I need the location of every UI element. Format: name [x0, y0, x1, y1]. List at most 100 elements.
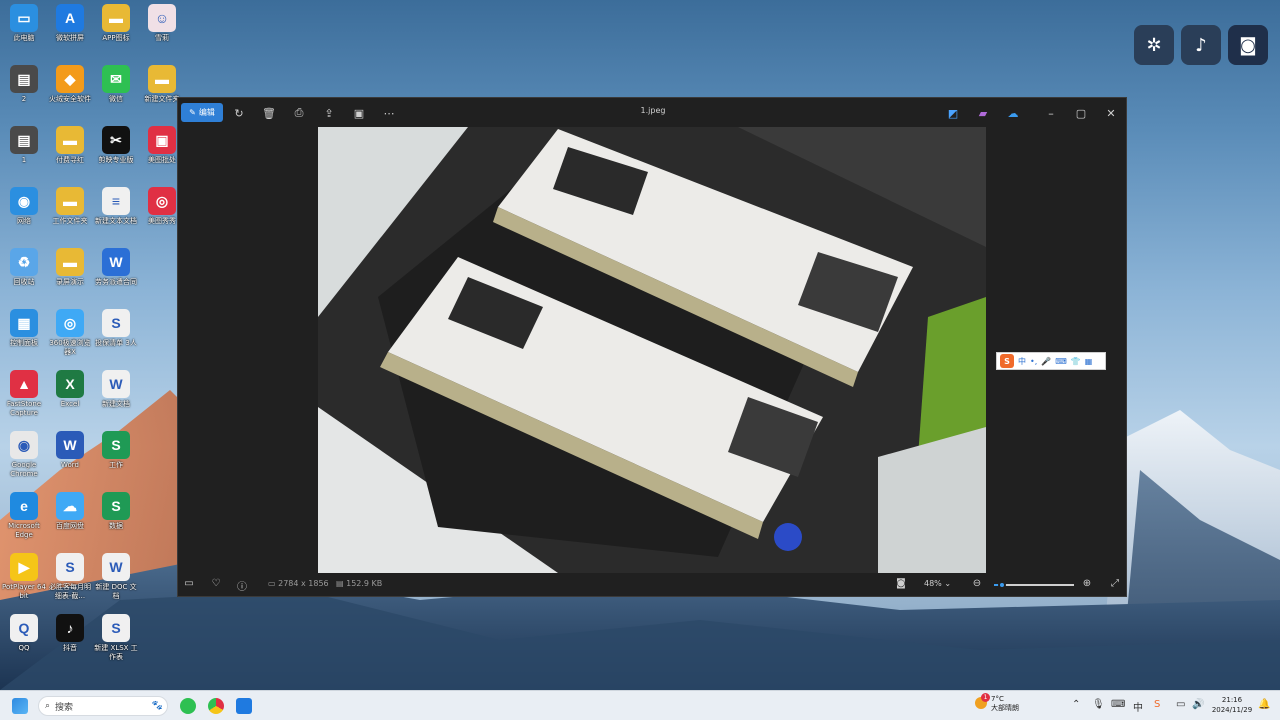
desktop-icon-label: 火绒安全软件	[49, 95, 91, 103]
edit-button[interactable]: ✎ 编辑	[181, 103, 223, 122]
onedrive-button[interactable]: ☁	[1003, 104, 1023, 122]
desktop-icon[interactable]: ▬ APP图标	[92, 4, 140, 43]
zoom-slider[interactable]	[994, 581, 1074, 589]
app-icon: S	[56, 553, 84, 581]
start-button[interactable]	[12, 698, 28, 714]
desktop-icon-area: ▭ 此电脑 A 微软拼屏 ▬ APP图标 ☺ 雪莉 ▤ 2 ◆ 火绒安全软件 ✉ 微信 ▬ 新建文件夹 ▤ 1 ▬ 付…	[0, 0, 184, 690]
tiktok-float-button[interactable]: ♪	[1181, 25, 1221, 65]
app-icon: ◉	[10, 187, 38, 215]
desktop-icon[interactable]: S 工作	[92, 431, 140, 470]
slideshow-button[interactable]: ▣	[349, 104, 369, 122]
desktop-icon[interactable]: W Word	[46, 431, 94, 470]
desktop-icon[interactable]: S 投保清单 3人	[92, 309, 140, 348]
tray-network[interactable]: ▭	[1176, 699, 1185, 710]
desktop-icon[interactable]: ▬ 付费寻红	[46, 126, 94, 165]
desktop-icon[interactable]: ▭ 此电脑	[0, 4, 48, 43]
taskbar-chrome[interactable]	[208, 698, 224, 714]
desktop-icon[interactable]: Q QQ	[0, 614, 48, 653]
info-button[interactable]: ⓘ	[235, 578, 249, 593]
desktop-icon[interactable]: ▲ FastStone Capture	[0, 370, 48, 418]
edit-with-app-button[interactable]: ◩	[943, 104, 963, 122]
zoom-slider-thumb[interactable]	[998, 581, 1006, 589]
desktop-icon[interactable]: ☺ 雪莉	[138, 4, 186, 43]
desktop-icon[interactable]: S 新建 XLSX 工作表	[92, 614, 140, 662]
desktop-icon[interactable]: ◉ 网络	[0, 187, 48, 226]
desktop-icon[interactable]: ◉ Google Chrome	[0, 431, 48, 479]
desktop-icon-label: 360极速浏览器X	[49, 339, 91, 356]
maximize-button[interactable]: ▢	[1071, 104, 1091, 122]
clipchamp-button[interactable]: ▰	[973, 104, 993, 122]
desktop-icon[interactable]: A 微软拼屏	[46, 4, 94, 43]
settings-float-button[interactable]: ✲	[1134, 25, 1174, 65]
tray-keyboard[interactable]: ⌨	[1111, 699, 1125, 710]
close-button[interactable]: ✕	[1101, 104, 1121, 122]
taskbar-search[interactable]: ⌕ 搜索 🐾	[38, 696, 168, 716]
share-icon: ⇪	[324, 106, 334, 120]
zoom-out-button[interactable]: ⊖	[970, 578, 984, 589]
more-button[interactable]: ⋯	[379, 104, 399, 122]
screenshot-button[interactable]: ◙	[894, 578, 908, 589]
desktop-icon[interactable]: ▬ 工作文件夹	[46, 187, 94, 226]
taskbar-photos[interactable]	[236, 698, 252, 714]
desktop-icon[interactable]: ▬ 录屏演示	[46, 248, 94, 287]
slideshow-icon: ▣	[353, 106, 365, 120]
delete-button[interactable]: 🗑	[259, 104, 279, 122]
clock-time: 21:16	[1221, 696, 1243, 704]
share-button[interactable]: ⇪	[319, 104, 339, 122]
app-icon: ◉	[10, 431, 38, 459]
desktop-icon[interactable]: e Microsoft Edge	[0, 492, 48, 540]
desktop-icon[interactable]: X Excel	[46, 370, 94, 409]
weather-widget[interactable]: 1 7°C 大部晴朗	[975, 693, 1019, 713]
rotate-button[interactable]: ↻	[229, 104, 249, 122]
desktop-icon-label: 新建 XLSX 工作表	[94, 644, 138, 661]
fullscreen-button[interactable]: ⤢	[1108, 578, 1122, 589]
window-titlebar[interactable]: ✎ 编辑 ↻ 🗑 ⎙ ⇪ ▣ ⋯ 1.jpeg ◩ ▰ ☁ – ▢ ✕	[178, 98, 1126, 127]
image-dimensions: ▭ 2784 x 1856	[268, 579, 329, 588]
tray-overflow-button[interactable]: ⌃	[1072, 699, 1080, 710]
zoom-dropdown[interactable]: 48% ⌄	[924, 579, 951, 588]
taskbar-wechat[interactable]	[180, 698, 196, 714]
app-icon: W	[102, 248, 130, 276]
desktop-icon[interactable]: ▶ PotPlayer 64 bit	[0, 553, 48, 601]
desktop-icon-label: 录屏演示	[56, 278, 84, 286]
desktop-icon[interactable]: ♪ 抖音	[46, 614, 94, 653]
desktop-icon[interactable]: ✂ 剪映专业版	[92, 126, 140, 165]
desktop-icon[interactable]: ◆ 火绒安全软件	[46, 65, 94, 104]
desktop-icon[interactable]: S 数据	[92, 492, 140, 531]
print-button[interactable]: ⎙	[289, 104, 309, 122]
tray-mic[interactable]: 🎙	[1092, 699, 1105, 710]
zoom-in-button[interactable]: ⊕	[1080, 578, 1094, 589]
desktop-icon[interactable]: ▦ 控制面板	[0, 309, 48, 348]
info-icon: ⓘ	[237, 582, 247, 593]
desktop-icon-label: 1	[21, 156, 27, 164]
notification-center-button[interactable]: 🔔	[1258, 699, 1270, 710]
taskbar-clock[interactable]: 21:16 2024/11/29	[1210, 695, 1254, 715]
desktop-icon[interactable]: ◎ 360极速浏览器X	[46, 309, 94, 357]
desktop-icon[interactable]: W 新建文档	[92, 370, 140, 409]
app-icon: ☁	[56, 492, 84, 520]
desktop-icon[interactable]: ▤ 2	[0, 65, 48, 104]
desktop-icon[interactable]: ≡ 新建文本文档	[92, 187, 140, 226]
photo-viewer-image[interactable]	[318, 127, 986, 573]
desktop-icon[interactable]: ♻ 回收站	[0, 248, 48, 287]
app-icon: ◎	[56, 309, 84, 337]
assistant-float-button[interactable]: ◙	[1228, 25, 1268, 65]
tray-sogou[interactable]: S	[1154, 699, 1160, 710]
desktop-icon[interactable]: W 新建 DOC 文档	[92, 553, 140, 601]
ime-toolbar[interactable]: S 中 •, 🎤 ⌨ 👕 ▦	[996, 352, 1106, 370]
app-icon: ▦	[10, 309, 38, 337]
weather-temp: 7°C	[991, 695, 1004, 703]
filmstrip-button[interactable]: ▭	[182, 578, 196, 589]
desktop-icon[interactable]: W 劳务派遣合同	[92, 248, 140, 287]
desktop-icon[interactable]: ▤ 1	[0, 126, 48, 165]
app-icon: ▤	[10, 126, 38, 154]
tray-ime[interactable]: 中	[1133, 699, 1143, 714]
desktop-icon[interactable]: S 必胜客每月明细表-截...	[46, 553, 94, 601]
desktop-icon[interactable]: ✉ 微信	[92, 65, 140, 104]
minimize-button[interactable]: –	[1041, 104, 1061, 122]
tray-volume[interactable]: 🔊	[1192, 699, 1204, 710]
desktop-icon[interactable]: ☁ 百度网盘	[46, 492, 94, 531]
app-icon: ▬	[56, 126, 84, 154]
favorite-button[interactable]: ♡	[209, 578, 223, 589]
desktop-icon-label: 抖音	[63, 644, 77, 652]
